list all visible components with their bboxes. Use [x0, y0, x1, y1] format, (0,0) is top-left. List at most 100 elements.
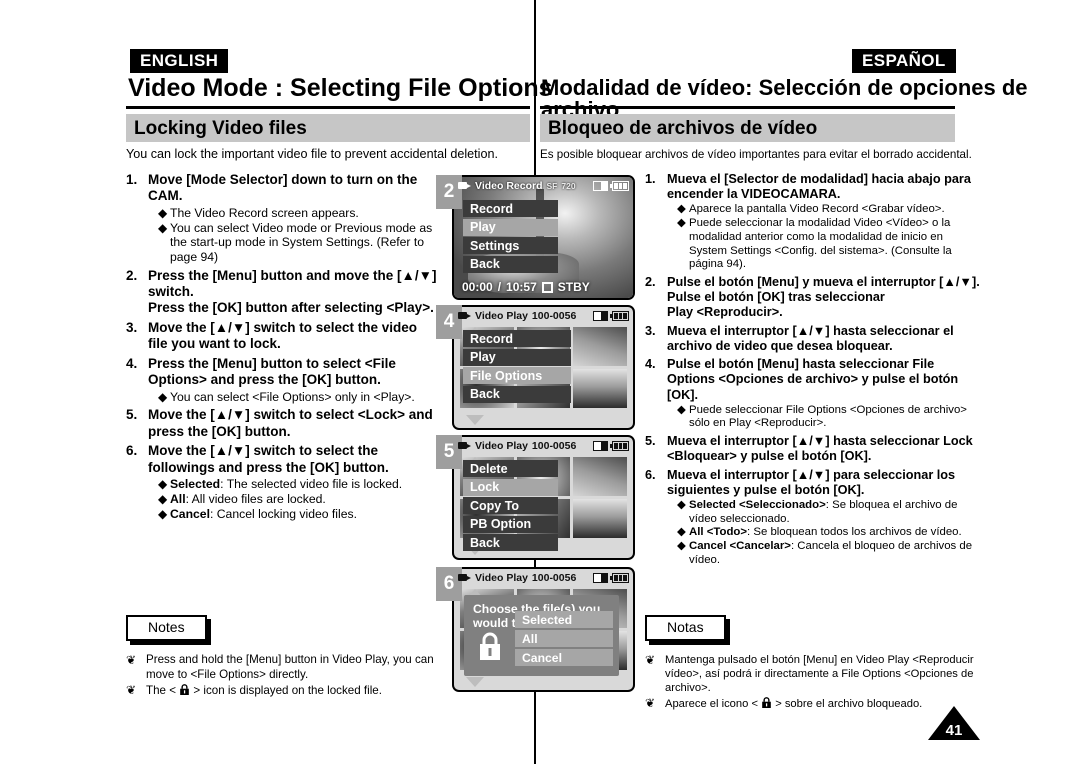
instruction-step: 4. Pulse el botón [Menu] hasta selecciona…	[645, 357, 980, 431]
menu-item-delete[interactable]: Delete	[463, 460, 558, 477]
diamond-bullet-icon: ◆	[158, 220, 168, 235]
instruction-step: 4. Press the [Menu] button to select <Fil…	[126, 356, 438, 405]
dialog-option-cancel[interactable]: Cancel	[515, 649, 613, 666]
dialog-options[interactable]: Selected All Cancel	[515, 611, 613, 668]
lcd-menu-list[interactable]: Record Play Settings Back	[463, 200, 558, 274]
instruction-step: 6. Mueva el interruptor [▲/▼] para selecc…	[645, 468, 980, 568]
instruction-step: 5. Mueva el interruptor [▲/▼] hasta selec…	[645, 434, 980, 464]
bullet-text: Aparece la pantalla Video Record <Grabar…	[689, 203, 945, 216]
menu-item-settings[interactable]: Settings	[463, 237, 558, 254]
step-number: 1.	[126, 172, 138, 187]
camcorder-icon	[458, 573, 471, 582]
step-title: Move the [▲/▼] switch to select <Lock> a…	[148, 407, 433, 439]
step-bullet: ◆ You can select Video mode or Previous m…	[148, 221, 438, 265]
section-heading-spanish: Bloqueo de archivos de vídeo	[540, 114, 955, 142]
menu-item-copy-to[interactable]: Copy To	[463, 497, 558, 514]
lcd-resolution-label: 720	[561, 180, 576, 191]
bullet-text: Selected <Seleccionado>: Se bloquea el a…	[689, 499, 958, 525]
title-rule-english	[126, 106, 530, 109]
step-number: 6.	[126, 443, 138, 459]
memory-card-icon	[593, 310, 608, 321]
clover-bullet-icon: ❦	[645, 696, 656, 711]
lcd-menu-list[interactable]: Delete Lock Copy To PB Option Back	[463, 460, 558, 553]
step-bullet: ◆ Puede seleccionar la modalidad Video <V…	[667, 217, 980, 272]
note-item: ❦ The < > icon is displayed on the locked…	[126, 683, 438, 700]
diamond-bullet-icon: ◆	[677, 403, 686, 416]
instruction-step: 2. Pulse el botón [Menu] y mueva el inter…	[645, 275, 980, 321]
dialog-option-all[interactable]: All	[515, 630, 613, 647]
menu-item-record[interactable]: Record	[463, 200, 558, 217]
diamond-bullet-icon: ◆	[158, 389, 168, 404]
lcd-status-bar: Video Play 100-0056	[454, 437, 633, 454]
camcorder-icon	[458, 181, 471, 190]
diamond-bullet-icon: ◆	[158, 477, 168, 492]
diamond-bullet-icon: ◆	[677, 540, 686, 553]
diamond-bullet-icon: ◆	[677, 526, 686, 539]
intro-text-english: You can lock the important video file to…	[126, 147, 498, 161]
battery-icon	[610, 180, 629, 191]
clover-bullet-icon: ❦	[126, 683, 137, 698]
bullet-text: All <Todo>: Se bloquean todos los archiv…	[689, 526, 962, 539]
menu-item-lock[interactable]: Lock	[463, 478, 558, 496]
step-title: Mueva el interruptor [▲/▼] para seleccio…	[667, 467, 956, 497]
thumbnail[interactable]	[573, 327, 627, 366]
scroll-down-arrow-icon[interactable]	[466, 677, 484, 687]
step-title: Move the [▲/▼] switch to select the vide…	[148, 319, 418, 352]
step-title: Mueva el [Selector de modalidad] hacia a…	[667, 172, 971, 202]
diamond-bullet-icon: ◆	[158, 491, 168, 506]
step-bullet: ◆ Aparece la pantalla Video Record <Graba…	[667, 203, 980, 217]
menu-item-play[interactable]: Play	[463, 218, 558, 236]
bullet-text: All: All video files are locked.	[170, 491, 326, 506]
dialog-option-selected[interactable]: Selected	[515, 611, 613, 628]
step-number: 2.	[645, 274, 656, 289]
diamond-bullet-icon: ◆	[158, 205, 168, 220]
camcorder-icon	[458, 441, 471, 450]
thumbnail[interactable]	[573, 499, 627, 538]
notes-block-english: Notes ❦ Press and hold the [Menu] button …	[126, 615, 438, 702]
step-title: Move [Mode Selector] down to turn on the…	[148, 172, 418, 204]
step-number: 2.	[126, 267, 138, 283]
lcd-quality-label: SF	[546, 180, 558, 191]
menu-item-pb-option[interactable]: PB Option	[463, 515, 558, 533]
clover-bullet-icon: ❦	[126, 653, 137, 668]
memory-card-icon	[593, 572, 608, 583]
note-text: Press and hold the [Menu] button in Vide…	[146, 653, 434, 681]
menu-item-file-options[interactable]: File Options	[463, 367, 571, 384]
lcd-mode-title: Video Play	[475, 439, 528, 452]
menu-item-record[interactable]: Record	[463, 330, 571, 347]
intro-text-spanish: Es posible bloquear archivos de vídeo im…	[540, 148, 972, 161]
menu-item-back[interactable]: Back	[463, 385, 571, 403]
note-item: ❦ Press and hold the [Menu] button in Vid…	[126, 653, 438, 682]
notes-block-spanish: Notas ❦ Mantenga pulsado el botón [Menu] …	[645, 615, 980, 714]
step-number: 1.	[645, 172, 656, 186]
lcd-menu-list[interactable]: Record Play File Options Back	[463, 330, 571, 404]
menu-item-play[interactable]: Play	[463, 348, 571, 366]
lock-icon	[478, 631, 502, 666]
thumbnail[interactable]	[573, 457, 627, 496]
menu-item-back[interactable]: Back	[463, 534, 558, 551]
battery-icon	[610, 572, 629, 583]
scroll-down-arrow-icon[interactable]	[466, 415, 484, 425]
time-total: 10:57	[506, 280, 537, 294]
step-bullet: ◆ All <Todo>: Se bloquean todos los archi…	[667, 526, 980, 540]
memory-card-icon	[593, 180, 608, 191]
lcd-screen-lock-dialog: Video Play 100-0056 Choose the file(s) y…	[452, 567, 635, 692]
thumbnail[interactable]	[573, 369, 627, 408]
step-title: Mueva el interruptor [▲/▼] hasta selecci…	[667, 434, 973, 464]
diamond-bullet-icon: ◆	[677, 203, 686, 216]
instruction-step: 2. Press the [Menu] button and move the […	[126, 268, 438, 317]
lcd-screen-file-options-menu: Video Play 100-0056 Delete Lock Copy To PB …	[452, 435, 635, 560]
step-bullet: ◆ Puede seleccionar File Options <Opcione…	[667, 404, 980, 431]
step-bullet: ◆ Cancel: Cancel locking video files.	[148, 507, 438, 522]
battery-icon	[610, 440, 629, 451]
manual-page: ENGLISH ESPAÑOL Video Mode : Selecting F…	[0, 0, 1080, 764]
note-text: Mantenga pulsado el botón [Menu] en Vide…	[665, 654, 974, 695]
instruction-step: 3. Mueva el interruptor [▲/▼] hasta selec…	[645, 324, 980, 354]
step-title: Pulse el botón [Menu] hasta seleccionar …	[667, 357, 959, 402]
bullet-text: The Video Record screen appears.	[170, 205, 359, 220]
instruction-step: 5. Move the [▲/▼] switch to select <Lock>…	[126, 407, 438, 440]
bullet-text: You can select <File Options> only in <P…	[170, 389, 415, 404]
step-number: 6.	[645, 467, 656, 482]
bullet-text: Puede seleccionar la modalidad Video <Ví…	[689, 217, 952, 271]
menu-item-back[interactable]: Back	[463, 255, 558, 273]
